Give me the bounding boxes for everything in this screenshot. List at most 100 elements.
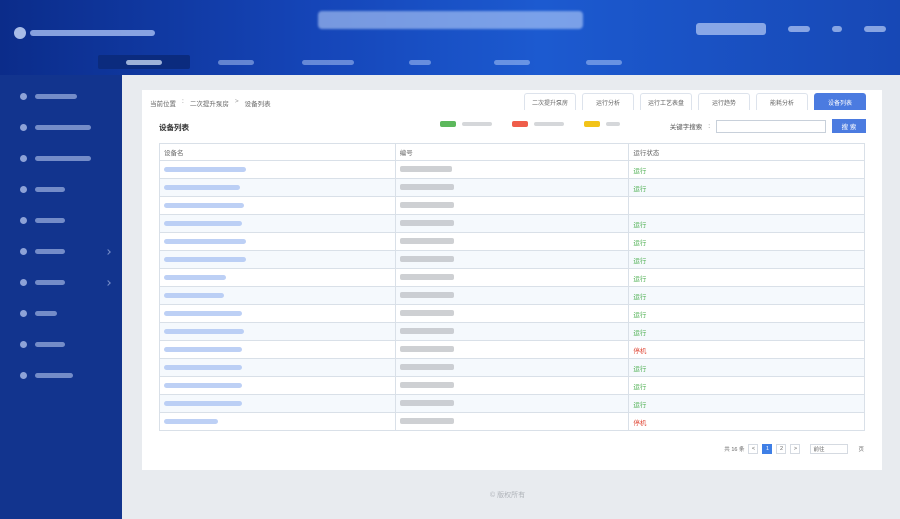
sidebar-item-2[interactable] <box>0 112 122 143</box>
legend-label-blurred <box>462 122 492 126</box>
device-name-blurred[interactable] <box>164 274 226 280</box>
sidebar-item-5[interactable] <box>0 205 122 236</box>
table-row[interactable]: 运行 <box>159 358 865 377</box>
nav-item-5[interactable] <box>466 55 558 69</box>
cell-device-name[interactable] <box>159 394 396 413</box>
cell-device-name[interactable] <box>159 304 396 323</box>
breadcrumb-separator: > <box>234 98 239 105</box>
nav-item-2[interactable] <box>190 55 282 69</box>
cell-code <box>394 232 630 251</box>
cell-device-name[interactable] <box>159 250 396 269</box>
nav-item-1[interactable] <box>98 55 190 69</box>
table-row[interactable]: 运行 <box>159 178 865 197</box>
table-row[interactable] <box>159 196 865 215</box>
cell-status: 停机 <box>628 340 865 359</box>
device-name-blurred[interactable] <box>164 328 244 334</box>
tab-process-dashboard[interactable]: 运行工艺表盘 <box>640 93 692 110</box>
nav-item-3[interactable] <box>282 55 374 69</box>
nav-item-4[interactable] <box>374 55 466 69</box>
sidebar-item-6[interactable] <box>0 236 122 267</box>
legend-item-green <box>440 121 492 127</box>
nav-item-6[interactable] <box>558 55 650 69</box>
pagination-page-2[interactable]: 2 <box>776 444 787 454</box>
sidebar-item-1[interactable] <box>0 81 122 112</box>
tab-device-list[interactable]: 设备列表 <box>814 93 866 110</box>
table-row[interactable]: 运行 <box>159 160 865 179</box>
cell-status: 运行 <box>628 178 865 197</box>
table-row[interactable]: 运行 <box>159 232 865 251</box>
column-header-status: 运行状态 <box>628 143 865 161</box>
breadcrumb-item-1[interactable]: 二次提升泵房 <box>190 98 229 108</box>
device-name-blurred[interactable] <box>164 202 244 208</box>
tab-energy-analysis[interactable]: 能耗分析 <box>756 93 808 110</box>
table-row[interactable]: 运行 <box>159 304 865 323</box>
header-link-logout[interactable] <box>864 26 886 32</box>
sidebar-item-8[interactable] <box>0 298 122 329</box>
sidebar-item-3[interactable] <box>0 143 122 174</box>
sidebar-item-7[interactable] <box>0 267 122 298</box>
pagination-jump-input[interactable]: 前往 <box>810 444 849 454</box>
menu-icon <box>20 155 27 162</box>
legend-swatch-yellow <box>584 121 600 127</box>
cell-device-name[interactable] <box>159 412 396 431</box>
table-row[interactable]: 停机 <box>159 412 865 431</box>
device-name-blurred[interactable] <box>164 238 246 244</box>
cell-device-name[interactable] <box>159 322 396 341</box>
table-row[interactable]: 运行 <box>159 286 865 305</box>
device-name-blurred[interactable] <box>164 382 242 388</box>
cell-status: 停机 <box>628 412 865 431</box>
device-name-blurred[interactable] <box>164 256 246 262</box>
sidebar-label-blurred <box>35 342 65 347</box>
table-row[interactable]: 运行 <box>159 394 865 413</box>
tab-run-trend[interactable]: 运行趋势 <box>698 93 750 110</box>
cell-status: 运行 <box>628 232 865 251</box>
cell-device-name[interactable] <box>159 340 396 359</box>
device-name-blurred[interactable] <box>164 184 240 190</box>
device-name-blurred[interactable] <box>164 400 242 406</box>
tab-pump-room[interactable]: 二次提升泵房 <box>524 93 576 110</box>
code-blurred <box>399 202 454 209</box>
device-name-blurred[interactable] <box>164 364 242 370</box>
company-logo <box>14 26 159 40</box>
cell-device-name[interactable] <box>159 268 396 287</box>
sidebar-item-9[interactable] <box>0 329 122 360</box>
device-name-blurred[interactable] <box>164 166 246 172</box>
cell-device-name[interactable] <box>159 358 396 377</box>
device-name-blurred[interactable] <box>164 220 242 226</box>
table-row[interactable]: 运行 <box>159 250 865 269</box>
cell-device-name[interactable] <box>159 178 396 197</box>
cell-device-name[interactable] <box>159 196 396 215</box>
cell-device-name[interactable] <box>159 286 396 305</box>
device-name-blurred[interactable] <box>164 292 224 298</box>
cell-device-name[interactable] <box>159 214 396 233</box>
table-row[interactable]: 运行 <box>159 214 865 233</box>
code-blurred <box>399 274 454 281</box>
table-row[interactable]: 运行 <box>159 322 865 341</box>
sidebar-item-4[interactable] <box>0 174 122 205</box>
cell-code <box>394 358 630 377</box>
cell-device-name[interactable] <box>159 376 396 395</box>
search-button[interactable]: 搜 索 <box>832 119 866 133</box>
cell-device-name[interactable] <box>159 232 396 251</box>
sidebar-item-10[interactable] <box>0 360 122 391</box>
table-row[interactable]: 停机 <box>159 340 865 359</box>
table-row[interactable]: 运行 <box>159 268 865 287</box>
legend-label-blurred <box>534 122 564 126</box>
tab-run-analysis[interactable]: 运行分析 <box>582 93 634 110</box>
cell-device-name[interactable] <box>159 160 396 179</box>
table-row[interactable]: 运行 <box>159 376 865 395</box>
menu-icon <box>20 341 27 348</box>
header-link-user[interactable] <box>788 26 810 32</box>
chevron-right-icon <box>105 248 111 255</box>
top-nav <box>98 55 650 69</box>
pagination-next-button[interactable]: > <box>790 444 801 454</box>
search-input[interactable] <box>716 119 826 133</box>
device-name-blurred[interactable] <box>164 346 242 352</box>
pagination-page-1[interactable]: 1 <box>762 444 773 454</box>
device-name-blurred[interactable] <box>164 310 242 316</box>
breadcrumb-colon: : <box>182 98 184 105</box>
sidebar-label-blurred <box>35 311 57 316</box>
pagination-prev-button[interactable]: < <box>748 444 759 454</box>
cell-status: 运行 <box>628 214 865 233</box>
device-name-blurred[interactable] <box>164 418 218 424</box>
